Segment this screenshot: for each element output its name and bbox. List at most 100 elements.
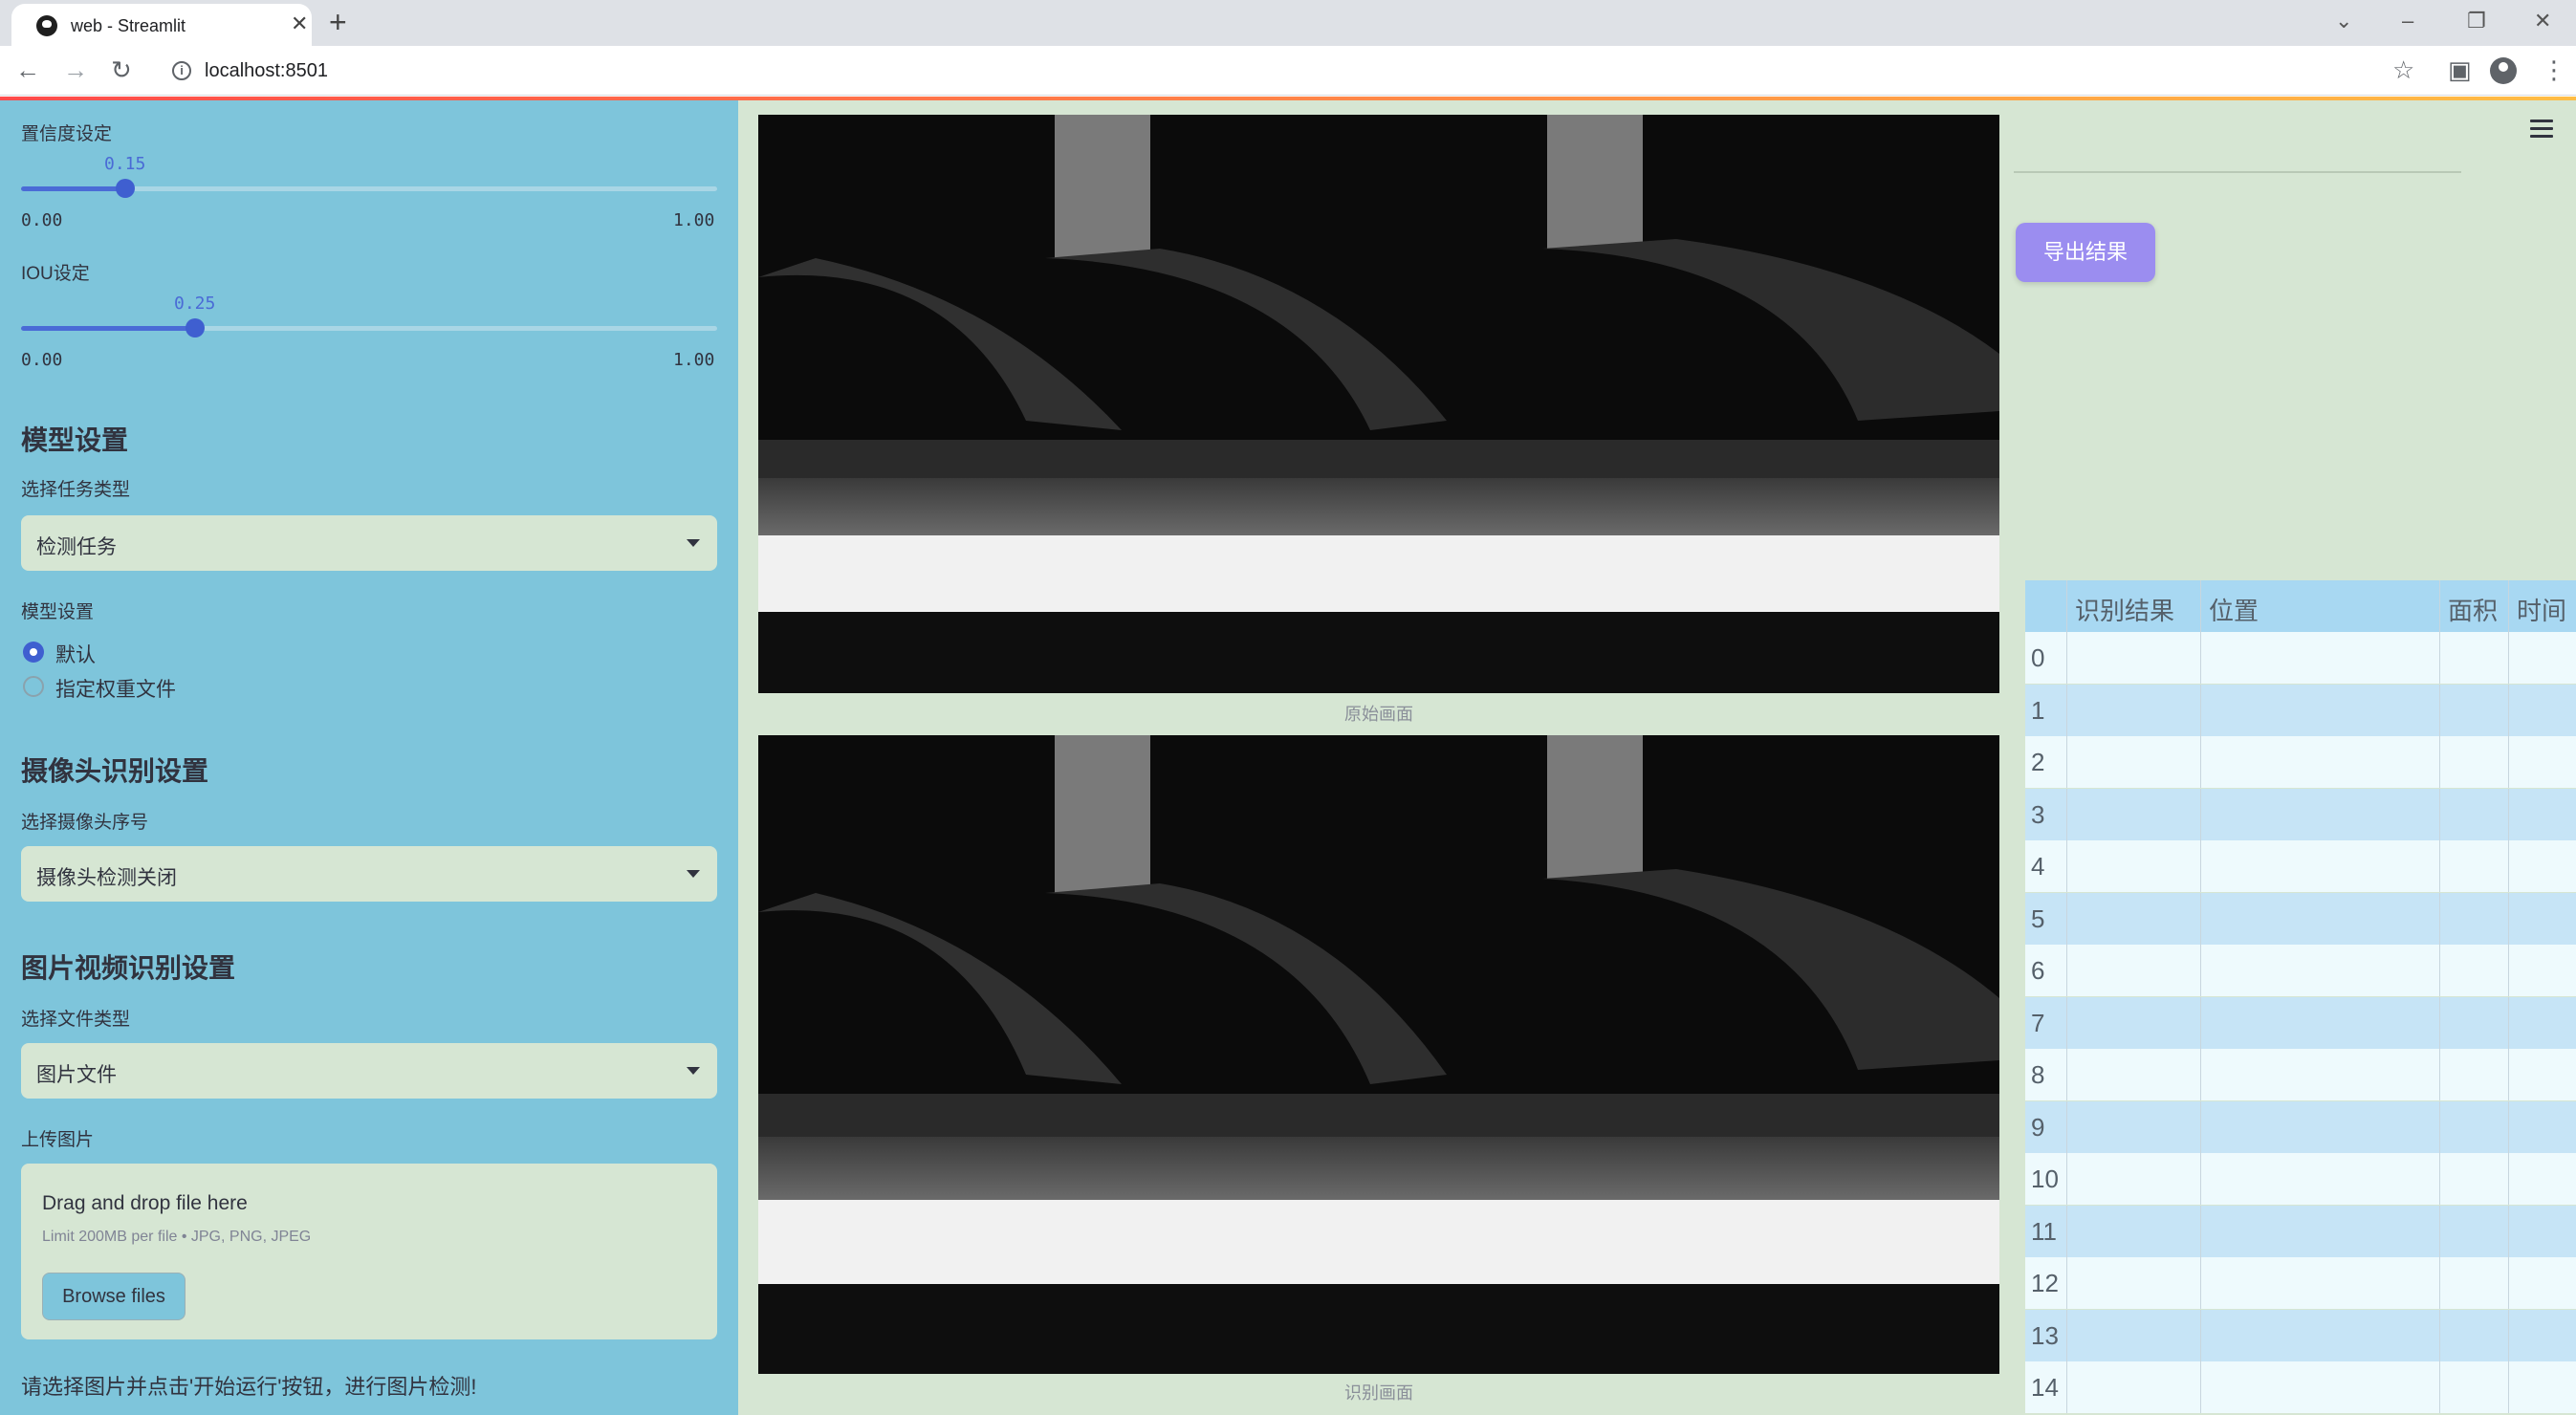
table-cell[interactable] (2509, 1361, 2576, 1413)
table-cell[interactable] (2509, 789, 2576, 840)
file-dropzone[interactable]: Drag and drop file here Limit 200MB per … (21, 1164, 717, 1339)
table-cell[interactable] (2440, 1309, 2509, 1361)
radio-custom-weights-label[interactable]: 指定权重文件 (55, 674, 176, 703)
browser-tab[interactable]: web - Streamlit ✕ (11, 4, 312, 46)
table-row[interactable]: 1 (2025, 684, 2576, 736)
table-row[interactable]: 5 (2025, 892, 2576, 945)
table-cell[interactable] (2201, 788, 2440, 840)
table-row[interactable]: 11 (2025, 1205, 2576, 1257)
close-window-icon[interactable]: ✕ (2534, 8, 2551, 34)
table-cell[interactable] (2067, 1049, 2201, 1100)
browse-files-button[interactable]: Browse files (42, 1273, 186, 1320)
table-cell[interactable] (2201, 1309, 2440, 1361)
confidence-slider[interactable]: 0.15 (21, 154, 717, 198)
table-cell[interactable] (2067, 892, 2201, 945)
table-row[interactable]: 6 (2025, 945, 2576, 996)
radio-default[interactable] (23, 642, 44, 663)
table-cell[interactable] (2201, 945, 2440, 996)
table-row[interactable]: 13 (2025, 1309, 2576, 1361)
table-cell[interactable] (2201, 1257, 2440, 1309)
table-cell[interactable] (2067, 788, 2201, 840)
profile-avatar-icon[interactable] (2490, 57, 2517, 84)
header-time[interactable]: 时间 (2509, 580, 2576, 632)
table-cell[interactable] (2201, 1205, 2440, 1257)
table-cell[interactable] (2440, 736, 2509, 788)
table-cell[interactable] (2201, 996, 2440, 1049)
table-cell[interactable] (2509, 893, 2576, 945)
hamburger-menu-icon[interactable] (2530, 120, 2553, 138)
task-type-select[interactable]: 检测任务 (21, 515, 717, 571)
forward-icon[interactable]: → (63, 55, 88, 84)
table-cell[interactable] (2509, 1257, 2576, 1309)
table-cell[interactable] (2440, 1361, 2509, 1413)
table-cell[interactable] (2509, 685, 2576, 736)
table-row[interactable]: 3 (2025, 788, 2576, 840)
table-cell[interactable] (2440, 996, 2509, 1049)
table-row[interactable]: 14 (2025, 1361, 2576, 1413)
header-area[interactable]: 面积 (2440, 580, 2509, 632)
header-result[interactable]: 识别结果 (2067, 580, 2201, 632)
table-cell[interactable] (2201, 1049, 2440, 1100)
table-cell[interactable] (2067, 1309, 2201, 1361)
table-cell[interactable] (2067, 996, 2201, 1049)
table-row[interactable]: 4 (2025, 840, 2576, 892)
camera-select[interactable]: 摄像头检测关闭 (21, 846, 717, 902)
table-row[interactable]: 10 (2025, 1153, 2576, 1205)
browser-menu-icon[interactable]: ⋮ (2542, 55, 2566, 84)
side-panel-icon[interactable]: ▣ (2448, 55, 2472, 84)
table-cell[interactable] (2440, 684, 2509, 736)
table-cell[interactable] (2067, 1205, 2201, 1257)
table-cell[interactable] (2201, 892, 2440, 945)
table-row[interactable]: 8 (2025, 1049, 2576, 1100)
table-cell[interactable] (2440, 1049, 2509, 1100)
table-cell[interactable] (2509, 840, 2576, 892)
table-cell[interactable] (2201, 632, 2440, 684)
confidence-slider-thumb[interactable] (116, 179, 135, 198)
minimize-icon[interactable]: – (2402, 8, 2413, 34)
table-cell[interactable] (2067, 632, 2201, 684)
table-cell[interactable] (2509, 1153, 2576, 1205)
table-cell[interactable] (2440, 788, 2509, 840)
bookmark-star-icon[interactable]: ☆ (2392, 55, 2414, 84)
iou-slider[interactable]: 0.25 (21, 294, 717, 337)
reload-icon[interactable]: ↻ (111, 55, 132, 84)
site-info-icon[interactable]: i (172, 61, 191, 80)
iou-slider-thumb[interactable] (186, 318, 205, 337)
back-icon[interactable]: ← (15, 55, 40, 84)
file-type-select[interactable]: 图片文件 (21, 1043, 717, 1099)
restore-icon[interactable]: ❐ (2467, 8, 2486, 34)
export-results-button[interactable]: 导出结果 (2016, 223, 2155, 282)
table-cell[interactable] (2509, 1101, 2576, 1153)
table-cell[interactable] (2201, 840, 2440, 892)
table-cell[interactable] (2509, 736, 2576, 788)
table-cell[interactable] (2201, 684, 2440, 736)
table-cell[interactable] (2440, 840, 2509, 892)
table-cell[interactable] (2509, 632, 2576, 684)
new-tab-icon[interactable]: + (329, 6, 347, 38)
header-position[interactable]: 位置 (2201, 580, 2440, 632)
table-row[interactable]: 12 (2025, 1257, 2576, 1309)
table-cell[interactable] (2509, 997, 2576, 1049)
table-cell[interactable] (2067, 684, 2201, 736)
table-cell[interactable] (2067, 1361, 2201, 1413)
radio-custom-weights[interactable] (23, 676, 44, 697)
table-cell[interactable] (2067, 736, 2201, 788)
table-cell[interactable] (2509, 1206, 2576, 1257)
table-row[interactable]: 0 (2025, 632, 2576, 684)
table-cell[interactable] (2440, 945, 2509, 996)
table-cell[interactable] (2201, 1100, 2440, 1153)
table-cell[interactable] (2440, 892, 2509, 945)
table-cell[interactable] (2201, 736, 2440, 788)
table-row[interactable]: 9 (2025, 1100, 2576, 1153)
table-cell[interactable] (2440, 1153, 2509, 1205)
table-cell[interactable] (2201, 1153, 2440, 1205)
table-cell[interactable] (2067, 1257, 2201, 1309)
table-cell[interactable] (2201, 1361, 2440, 1413)
table-row[interactable]: 7 (2025, 996, 2576, 1049)
table-cell[interactable] (2440, 1100, 2509, 1153)
table-cell[interactable] (2440, 632, 2509, 684)
url-field[interactable]: i localhost:8501 (157, 54, 2385, 90)
radio-default-label[interactable]: 默认 (55, 640, 96, 668)
table-cell[interactable] (2440, 1257, 2509, 1309)
table-cell[interactable] (2509, 1310, 2576, 1361)
